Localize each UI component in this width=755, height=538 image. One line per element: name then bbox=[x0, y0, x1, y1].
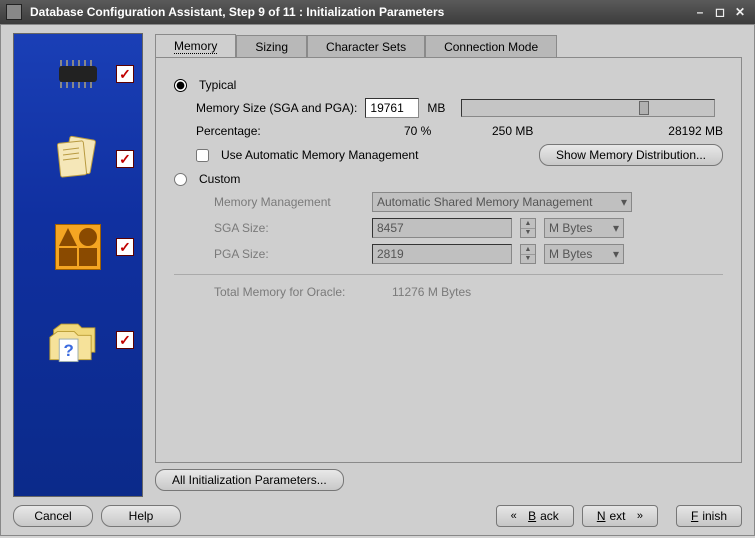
chip-icon bbox=[48, 46, 108, 102]
chevron-down-icon: ▾ bbox=[613, 221, 619, 235]
memory-management-label: Memory Management bbox=[214, 195, 364, 209]
step-3 bbox=[18, 212, 138, 282]
typical-label: Typical bbox=[199, 78, 236, 92]
chevron-right-icon: » bbox=[637, 510, 643, 522]
tab-connection-mode[interactable]: Connection Mode bbox=[425, 35, 557, 58]
svg-text:?: ? bbox=[63, 341, 73, 360]
tab-character-sets[interactable]: Character Sets bbox=[307, 35, 425, 58]
minimize-button[interactable]: – bbox=[691, 4, 709, 20]
help-button[interactable]: Help bbox=[101, 505, 181, 527]
folders-question-icon: ? bbox=[48, 312, 108, 368]
step-4: ? bbox=[18, 300, 138, 380]
wizard-step-sidebar: ? bbox=[13, 33, 143, 497]
total-memory-value: 11276 M Bytes bbox=[392, 285, 471, 299]
cancel-button[interactable]: Cancel bbox=[13, 505, 93, 527]
chevron-down-icon: ▾ bbox=[613, 247, 619, 261]
finish-button[interactable]: Finish bbox=[676, 505, 742, 527]
memory-size-label: Memory Size (SGA and PGA): bbox=[196, 101, 357, 115]
step-checked-icon bbox=[116, 150, 134, 168]
all-init-params-button[interactable]: All Initialization Parameters... bbox=[155, 469, 344, 491]
chevron-left-icon: « bbox=[511, 510, 517, 522]
custom-label: Custom bbox=[199, 172, 240, 186]
percentage-value: 70 % bbox=[404, 124, 484, 138]
wizard-footer: Cancel Help « Back Next » Finish bbox=[13, 497, 742, 529]
memory-size-unit: MB bbox=[427, 101, 445, 115]
radio-typical[interactable] bbox=[174, 79, 187, 92]
use-amm-label: Use Automatic Memory Management bbox=[221, 148, 418, 162]
sga-spinner: ▲▼ bbox=[520, 218, 536, 238]
show-memory-distribution-button[interactable]: Show Memory Distribution... bbox=[539, 144, 723, 166]
maximize-button[interactable]: ◻ bbox=[711, 4, 729, 20]
next-button[interactable]: Next » bbox=[582, 505, 658, 527]
tab-strip: Memory Sizing Character Sets Connection … bbox=[155, 33, 742, 57]
pga-spinner: ▲▼ bbox=[520, 244, 536, 264]
memory-size-input[interactable] bbox=[365, 98, 419, 118]
checkbox-use-amm[interactable] bbox=[196, 149, 209, 162]
radio-custom[interactable] bbox=[174, 173, 187, 186]
close-button[interactable]: ✕ bbox=[731, 4, 749, 20]
sga-size-input: 8457 bbox=[372, 218, 512, 238]
pga-size-input: 2819 bbox=[372, 244, 512, 264]
step-1 bbox=[18, 42, 138, 106]
step-checked-icon bbox=[116, 65, 134, 83]
step-checked-icon bbox=[116, 238, 134, 256]
range-high: 28192 MB bbox=[668, 124, 723, 138]
memory-size-slider[interactable] bbox=[461, 99, 715, 117]
step-checked-icon bbox=[116, 331, 134, 349]
sga-units-select: M Bytes▾ bbox=[544, 218, 624, 238]
window-title: Database Configuration Assistant, Step 9… bbox=[30, 5, 689, 19]
slider-thumb[interactable] bbox=[639, 101, 649, 115]
app-icon bbox=[6, 4, 22, 20]
shapes-icon bbox=[48, 219, 108, 275]
range-low: 250 MB bbox=[492, 124, 592, 138]
step-2 bbox=[18, 124, 138, 194]
chevron-down-icon: ▾ bbox=[621, 195, 627, 209]
tab-memory[interactable]: Memory bbox=[155, 34, 236, 58]
memory-management-select: Automatic Shared Memory Management ▾ bbox=[372, 192, 632, 212]
pga-size-label: PGA Size: bbox=[214, 247, 364, 261]
percentage-label: Percentage: bbox=[196, 124, 396, 138]
tab-sizing[interactable]: Sizing bbox=[236, 35, 307, 58]
memory-panel: Typical Memory Size (SGA and PGA): MB Pe… bbox=[155, 57, 742, 463]
documents-icon bbox=[48, 131, 108, 187]
pga-units-select: M Bytes▾ bbox=[544, 244, 624, 264]
back-button[interactable]: « Back bbox=[496, 505, 574, 527]
sga-size-label: SGA Size: bbox=[214, 221, 364, 235]
total-memory-label: Total Memory for Oracle: bbox=[214, 285, 384, 299]
